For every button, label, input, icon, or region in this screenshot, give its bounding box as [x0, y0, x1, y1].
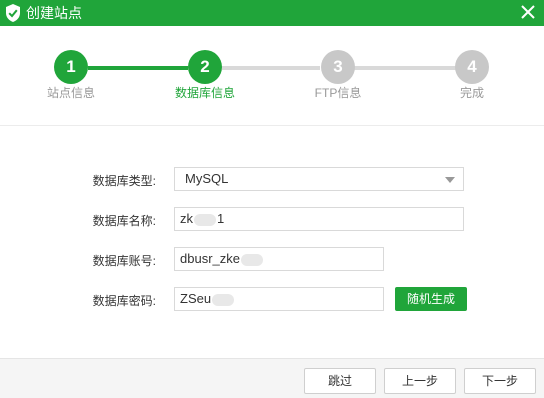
step-label: 完成	[459, 86, 484, 100]
step-connector-3-4	[354, 66, 456, 70]
db-type-value: MySQL	[185, 171, 229, 186]
step-number: 4	[455, 50, 489, 84]
dialog-footer: 跳过 上一步 下一步	[0, 358, 544, 398]
db-name-label: 数据库名称:	[92, 214, 156, 228]
db-name-input[interactable]: zk 1	[174, 207, 464, 231]
db-user-value-prefix: dbusr_zke	[180, 251, 240, 266]
db-user-input[interactable]: dbusr_zke	[174, 247, 384, 271]
step-label: FTP信息	[314, 86, 362, 100]
db-type-row: 数据库类型: MySQL	[0, 167, 544, 193]
redacted-blur	[194, 213, 216, 226]
db-password-value-prefix: ZSeu	[180, 291, 212, 306]
db-user-label: 数据库账号:	[92, 254, 156, 268]
step-number: 3	[321, 50, 355, 84]
chevron-down-icon	[445, 177, 455, 183]
step-label: 数据库信息	[174, 86, 235, 100]
close-icon[interactable]	[518, 2, 538, 22]
step-connector-1-2	[88, 66, 188, 70]
prev-step-button[interactable]: 上一步	[384, 368, 456, 394]
next-step-button[interactable]: 下一步	[464, 368, 536, 394]
random-generate-button[interactable]: 随机生成	[395, 287, 467, 311]
step-label: 站点信息	[46, 86, 95, 100]
db-type-select[interactable]: MySQL	[174, 167, 464, 191]
step-connector-2-3	[222, 66, 320, 70]
db-name-value-prefix: zk	[180, 211, 193, 226]
step-number: 2	[188, 50, 222, 84]
db-name-value-suffix: 1	[217, 211, 225, 226]
title-bar: 创建站点	[0, 0, 544, 26]
db-type-label: 数据库类型:	[92, 174, 156, 188]
db-password-label: 数据库密码:	[92, 294, 156, 308]
step-number: 1	[54, 50, 88, 84]
stepper: 1 站点信息 2 数据库信息 3 FTP信息 4 完成	[0, 26, 544, 126]
db-password-input[interactable]: ZSeu	[174, 287, 384, 311]
shield-logo-icon	[6, 4, 20, 22]
redacted-blur	[240, 253, 263, 266]
db-user-row: 数据库账号: dbusr_zke	[0, 247, 544, 273]
skip-button[interactable]: 跳过	[304, 368, 376, 394]
window-title: 创建站点	[26, 5, 82, 21]
redacted-blur	[212, 293, 235, 306]
db-password-row: 数据库密码: ZSeu 随机生成	[0, 287, 544, 313]
db-name-row: 数据库名称: zk 1	[0, 207, 544, 233]
